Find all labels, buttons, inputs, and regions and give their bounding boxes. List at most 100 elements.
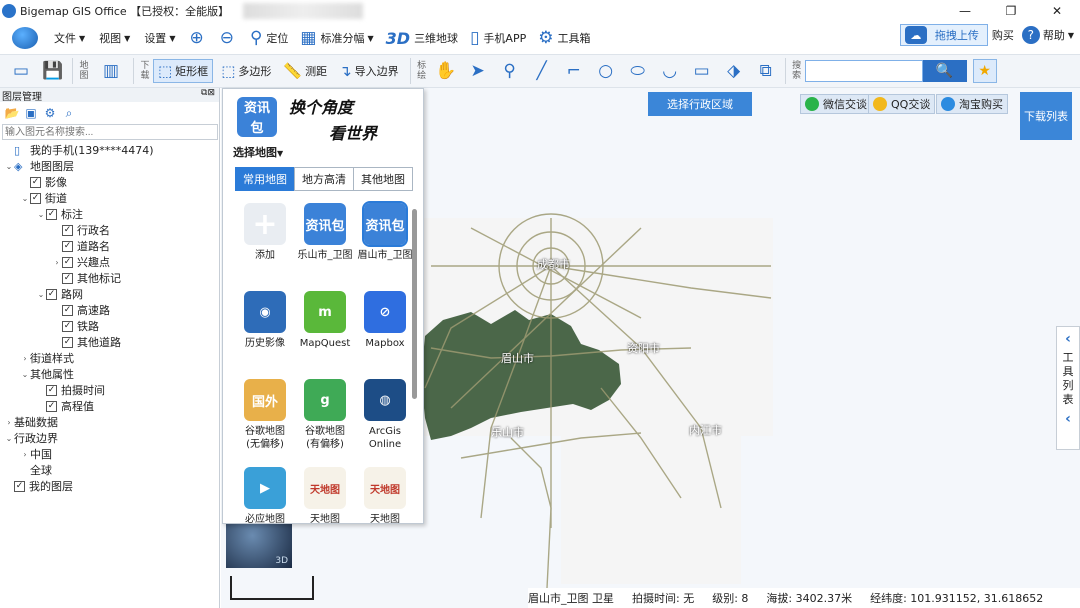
select-region-button[interactable]: 选择行政区域 — [648, 92, 752, 116]
circle-icon[interactable]: ○ — [593, 58, 619, 84]
tree-node[interactable]: ✓ 铁路 — [0, 318, 219, 334]
mobile-app-button[interactable]: ▯ 手机APP — [470, 29, 526, 47]
layer-checkbox[interactable]: ✓ — [14, 480, 25, 492]
tree-node[interactable]: ⌄ 其他属性 — [0, 366, 219, 382]
tree-node[interactable]: ✓ 影像 — [0, 174, 219, 190]
tree-node[interactable]: 全球 — [0, 462, 219, 478]
tree-node[interactable]: ✓ 其他道路 — [0, 334, 219, 350]
tree-node[interactable]: ⌄ ◈ 地图图层 — [0, 158, 219, 174]
search-input[interactable] — [804, 60, 923, 82]
measure-distance-button[interactable]: 📏 测距 — [279, 59, 331, 83]
tree-node[interactable]: ⌄ ✓ 街道 — [0, 190, 219, 206]
map-source-item[interactable]: + 添加 — [235, 201, 295, 283]
map-source-item[interactable]: 资讯包 眉山市_卫图 — [355, 201, 415, 283]
expand-chevron-icon[interactable]: ⌄ — [20, 194, 30, 203]
map-source-item[interactable]: 天地图 天地图 — [295, 465, 355, 547]
tree-node[interactable]: ✓ 其他标记 — [0, 270, 219, 286]
maximize-button[interactable]: ❐ — [988, 0, 1034, 22]
export-icon[interactable]: ⧉ — [753, 58, 779, 84]
tree-node[interactable]: ✓ 道路名 — [0, 238, 219, 254]
wechat-chat-button[interactable]: 微信交谈 — [800, 94, 872, 114]
toolbox-button[interactable]: ⚙ 工具箱 — [538, 29, 590, 47]
marker-icon[interactable]: ⚲ — [497, 58, 523, 84]
map-source-item[interactable]: 资讯包 乐山市_卫图 — [295, 201, 355, 283]
map-switch-icon[interactable]: ▥ — [95, 58, 127, 84]
help-menu[interactable]: 帮助 — [1043, 27, 1065, 43]
panel-pin-close-icons[interactable]: ⧉⊠ — [201, 88, 219, 102]
map-source-item[interactable]: 天地图 天地图 — [355, 465, 415, 547]
expand-chevron-icon[interactable]: › — [4, 418, 14, 427]
buy-link[interactable]: 购买 — [992, 27, 1014, 43]
eraser-icon[interactable]: ⬗ — [721, 58, 747, 84]
layer-checkbox[interactable]: ✓ — [62, 320, 73, 332]
layer-checkbox[interactable]: ✓ — [62, 240, 73, 252]
layer-checkbox[interactable]: ✓ — [62, 224, 73, 236]
layer-search-input[interactable] — [2, 124, 218, 140]
search-button[interactable]: 🔍 — [922, 60, 967, 82]
menu-settings[interactable]: 设置 ▼ — [144, 30, 175, 46]
ellipse-icon[interactable]: ⬭ — [625, 58, 651, 84]
tree-node[interactable]: › 中国 — [0, 446, 219, 462]
menu-file[interactable]: 文件 ▼ — [54, 30, 85, 46]
standard-sheet-button[interactable]: ▦ 标准分幅 ▼ — [300, 29, 373, 47]
favorite-star-button[interactable]: ★ — [972, 59, 997, 83]
drag-upload-button[interactable]: ☁ 拖拽上传 — [899, 24, 988, 46]
bigemap-logo-icon[interactable] — [12, 27, 38, 49]
3d-earth-button[interactable]: 3D 三维地球 — [386, 29, 458, 48]
save-icon[interactable]: ▣ — [23, 105, 39, 121]
qq-chat-button[interactable]: QQ交谈 — [868, 94, 936, 114]
taobao-buy-button[interactable]: 淘宝购买 — [936, 94, 1008, 114]
map-source-item[interactable]: ◍ ArcGis Online — [355, 377, 415, 459]
tab-other-maps[interactable]: 其他地图 — [353, 167, 413, 191]
tree-node[interactable]: ✓ 拍摄时间 — [0, 382, 219, 398]
pan-hand-icon[interactable]: ✋ — [433, 58, 459, 84]
tree-node[interactable]: › 街道样式 — [0, 350, 219, 366]
minimize-button[interactable]: — — [942, 0, 988, 22]
map-source-item[interactable]: g 谷歌地图 (有偏移) — [295, 377, 355, 459]
expand-chevron-icon[interactable]: ⌄ — [4, 434, 14, 443]
close-button[interactable]: ✕ — [1034, 0, 1080, 22]
zoom-out-button[interactable]: ⊖ — [220, 29, 238, 47]
map-source-item[interactable]: ▶ 必应地图 — [235, 465, 295, 547]
expand-chevron-icon[interactable]: › — [52, 258, 62, 267]
tree-node[interactable]: › ✓ 兴趣点 — [0, 254, 219, 270]
layer-checkbox[interactable]: ✓ — [30, 192, 41, 204]
expand-chevron-icon[interactable]: › — [20, 354, 30, 363]
tree-node[interactable]: ⌄ ✓ 标注 — [0, 206, 219, 222]
tree-node[interactable]: ✓ 高程值 — [0, 398, 219, 414]
map-source-item[interactable]: ◉ 历史影像 — [235, 289, 295, 371]
layer-checkbox[interactable]: ✓ — [46, 384, 57, 396]
tab-common-maps[interactable]: 常用地图 — [235, 167, 295, 191]
zoom-in-button[interactable]: ⊕ — [189, 29, 207, 47]
tree-node[interactable]: ✓ 行政名 — [0, 222, 219, 238]
expand-chevron-icon[interactable]: ⌄ — [36, 210, 46, 219]
tree-node[interactable]: ✓ 高速路 — [0, 302, 219, 318]
layer-checkbox[interactable]: ✓ — [46, 288, 57, 300]
package-icon[interactable]: 资讯包 — [237, 97, 277, 137]
tool-list-panel-toggle[interactable]: ‹ 工具列表 ‹ — [1056, 326, 1080, 450]
save-icon[interactable]: 💾 — [40, 58, 66, 84]
tree-node[interactable]: ✓ 我的图层 — [0, 478, 219, 494]
tree-node[interactable]: ⌄ ✓ 路网 — [0, 286, 219, 302]
download-list-button[interactable]: 下载列表 — [1020, 92, 1072, 140]
tree-node[interactable]: ⌄ 行政边界 — [0, 430, 219, 446]
expand-chevron-icon[interactable]: ⌄ — [4, 162, 14, 171]
layer-checkbox[interactable]: ✓ — [30, 176, 41, 188]
expand-chevron-icon[interactable]: › — [20, 450, 30, 459]
layer-checkbox[interactable]: ✓ — [62, 256, 73, 268]
pointer-icon[interactable]: ➤ — [465, 58, 491, 84]
rectangle-icon[interactable]: ▭ — [689, 58, 715, 84]
locate-button[interactable]: ⚲ 定位 — [250, 29, 288, 47]
menu-view[interactable]: 视图 ▼ — [99, 30, 130, 46]
rectangle-select-button[interactable]: ⬚ 矩形框 — [153, 59, 214, 83]
map-source-item[interactable]: m MapQuest — [295, 289, 355, 371]
picker-scrollbar[interactable] — [412, 209, 417, 399]
map-source-item[interactable]: ⊘ Mapbox — [355, 289, 415, 371]
layer-checkbox[interactable]: ✓ — [62, 336, 73, 348]
import-boundary-button[interactable]: ↴ 导入边界 — [335, 59, 403, 83]
map-source-item[interactable]: 国外 谷歌地图 (无偏移) — [235, 377, 295, 459]
tree-node[interactable]: › 基础数据 — [0, 414, 219, 430]
layer-checkbox[interactable]: ✓ — [62, 304, 73, 316]
tree-node[interactable]: ▯ 我的手机(139****4474) — [0, 142, 219, 158]
select-map-dropdown[interactable]: 选择地图▼ — [233, 144, 283, 160]
